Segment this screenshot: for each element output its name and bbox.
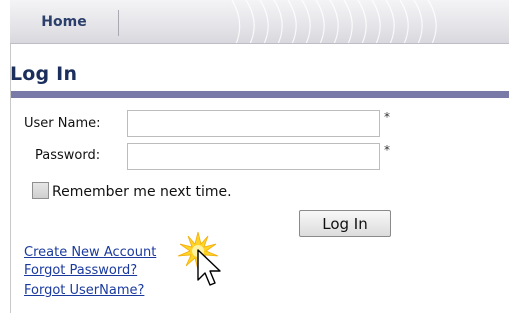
top-nav-bar: Home: [10, 0, 509, 44]
username-label: User Name:: [24, 116, 101, 131]
title-underline-bar: [11, 91, 509, 98]
password-required-marker: *: [384, 143, 390, 157]
username-field[interactable]: [127, 110, 380, 137]
username-required-marker: *: [384, 110, 390, 124]
password-field[interactable]: [127, 143, 380, 170]
tab-home[interactable]: Home: [10, 0, 118, 43]
forgot-username-link[interactable]: Forgot UserName?: [24, 283, 144, 298]
remember-me-label[interactable]: Remember me next time.: [52, 184, 232, 200]
page-title: Log In: [10, 63, 78, 85]
login-button[interactable]: Log In: [299, 210, 391, 237]
mouse-cursor-overlay: [177, 231, 221, 286]
create-account-link[interactable]: Create New Account: [24, 245, 156, 260]
tab-divider: [118, 10, 119, 36]
remember-me-checkbox[interactable]: [32, 182, 49, 199]
forgot-password-link[interactable]: Forgot Password?: [24, 263, 137, 278]
password-label: Password:: [35, 148, 101, 163]
